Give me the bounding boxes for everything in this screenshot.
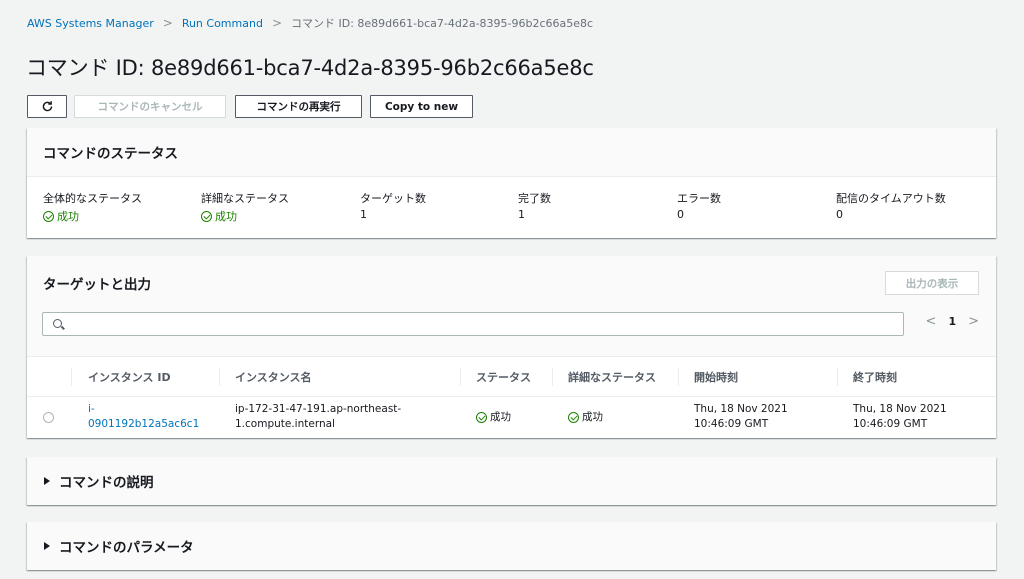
timeout-count: 配信のタイムアウト数 0 (836, 190, 946, 221)
success-check-icon (43, 210, 54, 222)
overall-status-value: 成功 (57, 210, 79, 223)
target-count: ターゲット数 1 (360, 190, 426, 221)
row-status: 成功 (476, 410, 511, 425)
caret-right-icon (44, 542, 50, 550)
search-input[interactable] (42, 312, 904, 336)
command-description-section[interactable]: コマンドの説明 (27, 457, 996, 505)
detail-status: 詳細なステータス 成功 (201, 190, 289, 224)
copy-to-new-button[interactable]: Copy to new (370, 95, 473, 118)
command-description-title: コマンドの説明 (59, 475, 154, 491)
timeout-count-label: 配信のタイムアウト数 (836, 192, 946, 205)
target-count-label: ターゲット数 (360, 192, 426, 205)
command-parameters-title: コマンドのパラメータ (59, 540, 194, 556)
column-status[interactable]: ステータス (476, 357, 531, 397)
refresh-button[interactable] (27, 95, 67, 118)
completed-count: 完了数 1 (518, 190, 551, 221)
refresh-icon (42, 101, 52, 112)
success-check-icon (201, 210, 212, 222)
table-header: インスタンス ID インスタンス名 ステータス 詳細なステータス 開始時刻 終了… (27, 357, 996, 397)
breadcrumb: AWS Systems Manager > Run Command > コマンド… (27, 15, 593, 31)
column-end-time[interactable]: 終了時刻 (853, 357, 897, 397)
command-parameters-section[interactable]: コマンドのパラメータ (27, 522, 996, 570)
chevron-right-icon[interactable]: > (968, 314, 979, 329)
cancel-command-button[interactable]: コマンドのキャンセル (74, 95, 226, 118)
chevron-left-icon[interactable]: < (926, 314, 937, 329)
error-count: エラー数 0 (677, 190, 721, 221)
breadcrumb-systems-manager[interactable]: AWS Systems Manager (27, 17, 154, 30)
overall-status-label: 全体的なステータス (43, 192, 142, 205)
pagination: < 1 > (926, 314, 979, 329)
search-icon (53, 319, 62, 328)
chevron-right-icon: > (271, 16, 282, 30)
row-start-time: Thu, 18 Nov 2021 10:46:09 GMT (694, 403, 788, 430)
completed-count-label: 完了数 (518, 192, 551, 205)
targets-output-header: ターゲットと出力 出力の表示 < 1 > (27, 256, 996, 357)
page-number[interactable]: 1 (948, 315, 956, 328)
row-select-radio[interactable] (43, 412, 54, 423)
target-count-value: 1 (360, 208, 367, 221)
overall-status: 全体的なステータス 成功 (43, 190, 142, 224)
breadcrumb-current: コマンド ID: 8e89d661-bca7-4d2a-8395-96b2c66… (291, 17, 594, 30)
rerun-command-button[interactable]: コマンドの再実行 (235, 95, 362, 118)
show-output-button[interactable]: 出力の表示 (885, 271, 979, 295)
targets-output-title: ターゲットと出力 (43, 277, 151, 293)
column-instance-name[interactable]: インスタンス名 (235, 357, 312, 397)
success-check-icon (568, 412, 579, 423)
timeout-count-value: 0 (836, 208, 843, 221)
column-instance-id[interactable]: インスタンス ID (88, 357, 171, 397)
row-detail-status: 成功 (568, 410, 603, 425)
column-start-time[interactable]: 開始時刻 (694, 357, 738, 397)
instance-id-link[interactable]: i- 0901192b12a5ac6c1 (88, 402, 199, 432)
error-count-value: 0 (677, 208, 684, 221)
success-check-icon (476, 412, 487, 423)
detail-status-value: 成功 (215, 210, 237, 223)
error-count-label: エラー数 (677, 192, 721, 205)
chevron-right-icon: > (162, 16, 173, 30)
table-row: i- 0901192b12a5ac6c1 ip-172-31-47-191.ap… (27, 397, 996, 438)
row-end-time: Thu, 18 Nov 2021 10:46:09 GMT (853, 403, 947, 430)
instance-name: ip-172-31-47-191.ap-northeast- 1.compute… (235, 403, 402, 430)
completed-count-value: 1 (518, 208, 525, 221)
detail-status-label: 詳細なステータス (201, 192, 289, 205)
caret-right-icon (44, 477, 50, 485)
breadcrumb-run-command[interactable]: Run Command (182, 17, 263, 30)
toolbar: コマンドのキャンセル コマンドの再実行 Copy to new (27, 95, 473, 118)
command-status-title: コマンドのステータス (27, 128, 996, 177)
column-detail-status[interactable]: 詳細なステータス (568, 357, 656, 397)
targets-output-panel: ターゲットと出力 出力の表示 < 1 > インスタンス ID インスタンス名 ス… (27, 256, 996, 438)
page-title: コマンド ID: 8e89d661-bca7-4d2a-8395-96b2c66… (26, 56, 594, 80)
command-status-panel: コマンドのステータス 全体的なステータス 成功 詳細なステータス 成功 ターゲッ… (27, 128, 996, 238)
